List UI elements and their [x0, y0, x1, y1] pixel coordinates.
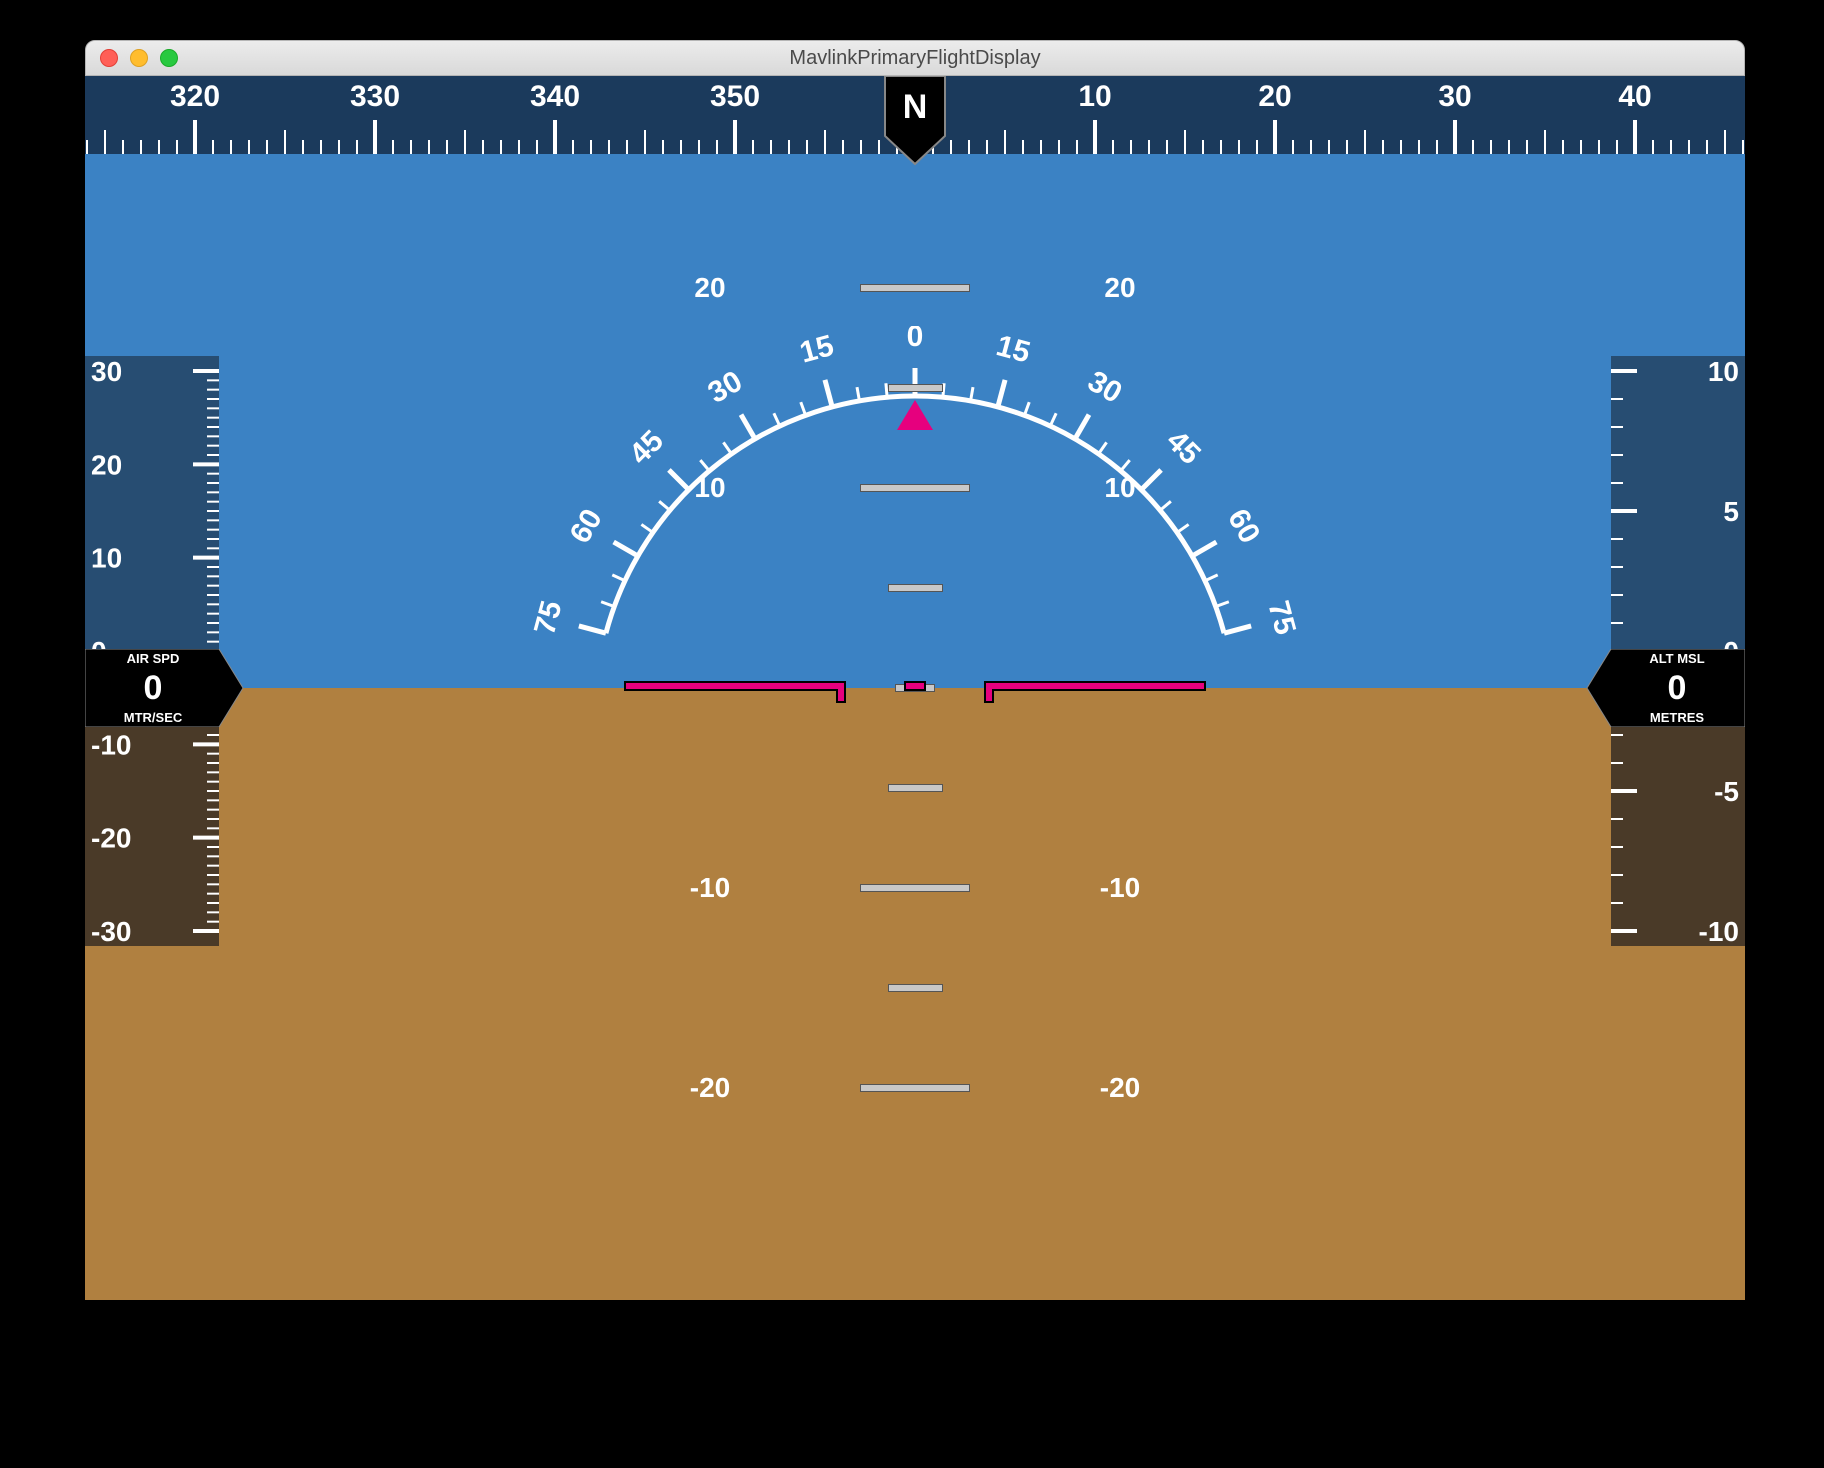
window-titlebar[interactable]: MavlinkPrimaryFlightDisplay	[85, 40, 1745, 76]
compass-heading-pointer: N	[880, 76, 950, 173]
svg-text:0: 0	[907, 326, 924, 353]
svg-text:340: 340	[530, 80, 580, 113]
altitude-readout: ALT MSL 0 METRES	[1585, 649, 1745, 727]
svg-text:-10: -10	[1699, 916, 1739, 946]
window-title: MavlinkPrimaryFlightDisplay	[86, 47, 1744, 70]
svg-text:-5: -5	[1714, 776, 1739, 807]
svg-text:-30: -30	[91, 916, 131, 946]
svg-text:350: 350	[710, 80, 760, 113]
svg-text:320: 320	[170, 80, 220, 113]
svg-text:15: 15	[796, 329, 837, 370]
svg-text:60: 60	[1221, 504, 1266, 549]
airspeed-readout: AIR SPD 0 MTR/SEC	[85, 649, 245, 727]
compass-heading-cardinal: N	[903, 88, 928, 126]
svg-text:45: 45	[623, 424, 670, 471]
svg-text:15: 15	[993, 329, 1034, 370]
svg-text:10: 10	[1708, 356, 1739, 387]
svg-text:20: 20	[1258, 80, 1291, 113]
svg-text:-10: -10	[91, 729, 131, 760]
svg-text:40: 40	[1618, 80, 1651, 113]
svg-text:75: 75	[1261, 597, 1302, 638]
airspeed-label-bottom: MTR/SEC	[85, 710, 221, 725]
svg-text:75: 75	[528, 597, 569, 638]
svg-text:5: 5	[1723, 496, 1739, 527]
svg-text:30: 30	[703, 365, 748, 410]
svg-text:30: 30	[91, 356, 122, 387]
app-window: MavlinkPrimaryFlightDisplay 310320330340…	[85, 40, 1745, 1300]
svg-text:-20: -20	[91, 823, 131, 854]
svg-text:10: 10	[1078, 80, 1111, 113]
svg-text:330: 330	[350, 80, 400, 113]
aircraft-reference-symbol	[565, 658, 1265, 718]
compass-tape: 31032033034035001020304050 N	[85, 76, 1745, 154]
svg-text:45: 45	[1160, 424, 1207, 471]
svg-text:60: 60	[564, 504, 609, 549]
svg-text:30: 30	[1438, 80, 1471, 113]
svg-text:30: 30	[1082, 365, 1127, 410]
primary-flight-display: 31032033034035001020304050 N 75604530150…	[85, 76, 1745, 1300]
altitude-label-bottom: METRES	[1609, 710, 1745, 725]
svg-text:20: 20	[91, 449, 122, 480]
svg-text:10: 10	[91, 543, 122, 574]
